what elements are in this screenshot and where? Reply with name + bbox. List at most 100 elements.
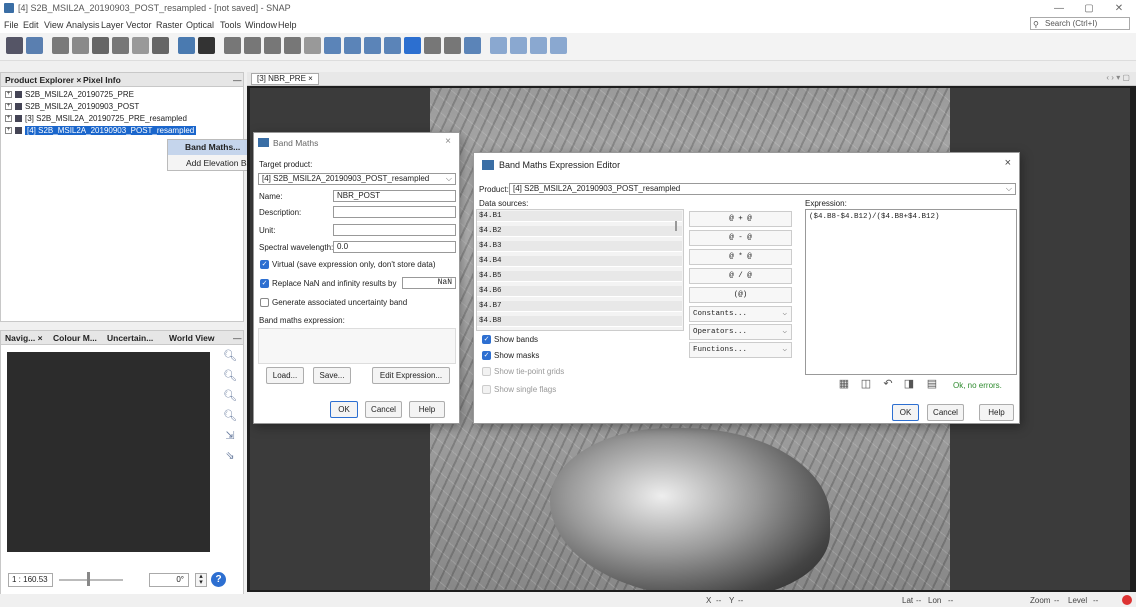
scale-field[interactable]: 1 : 160.53	[8, 573, 53, 587]
expand-icon[interactable]: +	[5, 127, 12, 135]
close-button[interactable]: ✕	[1108, 2, 1130, 15]
zoom-tool-icon[interactable]	[264, 37, 281, 54]
tab-world-view[interactable]: World View	[169, 333, 215, 343]
redo-icon[interactable]: ◨	[902, 377, 916, 391]
checkbox-unchecked-icon[interactable]	[260, 298, 269, 308]
open-product-icon[interactable]	[6, 37, 23, 54]
zoom-all-icon[interactable]: 🔍︎	[222, 409, 238, 425]
zoom-slider-knob[interactable]	[87, 572, 90, 586]
navigation-preview[interactable]	[7, 352, 210, 552]
target-product-select[interactable]: [4] S2B_MSIL2A_20190903_POST_resampled ⌵	[258, 173, 456, 185]
close-icon[interactable]: ×	[1005, 157, 1011, 169]
menu-vector[interactable]: Vector	[126, 20, 152, 30]
graph-tool-icon[interactable]	[92, 37, 109, 54]
sync-cursor-icon[interactable]: ⇘	[222, 449, 238, 465]
profile-plot-icon[interactable]	[464, 37, 481, 54]
cancel-button[interactable]: Cancel	[927, 404, 964, 421]
sync-views-icon[interactable]: ⇲	[222, 429, 238, 445]
rectangle-drawing-icon[interactable]	[364, 37, 381, 54]
close-icon[interactable]: ×	[445, 136, 451, 147]
operator-subtract-button[interactable]: @ - @	[689, 230, 792, 246]
expand-icon[interactable]: +	[5, 115, 12, 123]
wavelength-field[interactable]: 0.0	[333, 241, 456, 253]
tile-evenly-icon[interactable]	[490, 37, 507, 54]
ok-button[interactable]: OK	[892, 404, 919, 421]
minimize-button[interactable]: —	[1048, 2, 1070, 15]
tree-item-product-3[interactable]: + [3] S2B_MSIL2A_20190725_PRE_resampled	[5, 113, 187, 124]
checkbox-checked-icon[interactable]: ✓	[482, 335, 491, 345]
operator-multiply-button[interactable]: @ * @	[689, 249, 792, 265]
tab-navigation-arrows-icon[interactable]: ‹ › ▾ ▢	[1106, 73, 1130, 82]
context-item-add-elevation-band[interactable]: Add Elevation Ba	[186, 156, 251, 171]
menu-window[interactable]: Window	[245, 20, 277, 30]
tile-horizontal-icon[interactable]	[510, 37, 527, 54]
menu-optical[interactable]: Optical	[186, 20, 214, 30]
data-source-item[interactable]: $4.B5	[477, 271, 682, 282]
range-finder-icon[interactable]	[444, 37, 461, 54]
expand-icon[interactable]: +	[5, 91, 12, 99]
product-select[interactable]: [4] S2B_MSIL2A_20190903_POST_resampled ⌵	[509, 183, 1016, 195]
help-button[interactable]: Help	[979, 404, 1014, 421]
gcp-tool-icon[interactable]	[132, 37, 149, 54]
undo-icon[interactable]: ↶	[881, 377, 895, 391]
pin-placing-icon[interactable]	[284, 37, 301, 54]
history-icon[interactable]: ▦	[837, 377, 851, 391]
ellipse-drawing-icon[interactable]	[404, 37, 421, 54]
functions-dropdown[interactable]: Functions...	[689, 342, 792, 358]
error-indicator-icon[interactable]	[1122, 595, 1132, 605]
scrollbar-thumb[interactable]	[675, 221, 677, 231]
tab-pixel-info[interactable]: Pixel Info	[83, 75, 121, 85]
tab-product-explorer[interactable]: Product Explorer ×	[5, 75, 81, 85]
checkbox-checked-icon[interactable]: ✓	[482, 351, 491, 361]
unit-field[interactable]	[333, 224, 456, 236]
load-button[interactable]: Load...	[266, 367, 304, 384]
name-field[interactable]: NBR_POST	[333, 190, 456, 202]
data-source-item[interactable]: $4.B6	[477, 286, 682, 297]
pixel-grid-icon[interactable]	[198, 37, 215, 54]
menu-layer[interactable]: Layer	[101, 20, 124, 30]
expand-icon[interactable]: +	[5, 103, 12, 111]
minimize-panel-icon[interactable]: —	[233, 75, 242, 85]
expression-textarea[interactable]: ($4.B8-$4.B12)/($4.B8+$4.B12)	[805, 209, 1017, 375]
gcp-placing-icon[interactable]	[304, 37, 321, 54]
rotation-field[interactable]: 0°	[149, 573, 189, 587]
menu-view[interactable]: View	[44, 20, 63, 30]
edit-expression-button[interactable]: Edit Expression...	[372, 367, 450, 384]
tab-uncertainty[interactable]: Uncertain...	[107, 333, 153, 343]
line-drawing-icon[interactable]	[324, 37, 341, 54]
tree-item-product-2[interactable]: + S2B_MSIL2A_20190903_POST	[5, 101, 139, 112]
rotation-spinner[interactable]: ▴ ▾	[195, 573, 207, 587]
replace-nan-field[interactable]: NaN	[402, 277, 456, 289]
pin-tool-icon[interactable]	[152, 37, 169, 54]
uncertainty-checkbox-row[interactable]: Generate associated uncertainty band	[260, 298, 407, 308]
save-button[interactable]: Save...	[313, 367, 351, 384]
stats-tool-icon[interactable]	[112, 37, 129, 54]
operator-parentheses-button[interactable]: (@)	[689, 287, 792, 303]
tab-nbr-pre[interactable]: [3] NBR_PRE ×	[251, 73, 319, 85]
data-source-item[interactable]: $4.B1	[477, 211, 682, 222]
select-tool-icon[interactable]	[224, 37, 241, 54]
virtual-checkbox-row[interactable]: ✓ Virtual (save expression only, don't st…	[260, 260, 436, 270]
checkbox-checked-icon[interactable]: ✓	[260, 260, 269, 270]
help-icon[interactable]: ?	[211, 572, 226, 587]
menu-help[interactable]: Help	[278, 20, 297, 30]
data-source-item[interactable]: $4.B4	[477, 256, 682, 267]
operator-add-button[interactable]: @ + @	[689, 211, 792, 227]
menu-analysis[interactable]: Analysis	[66, 20, 100, 30]
tab-colour-manipulation[interactable]: Colour M...	[53, 333, 97, 343]
data-source-item[interactable]: $4.B8	[477, 316, 682, 327]
pan-tool-icon[interactable]	[244, 37, 261, 54]
tile-vertical-icon[interactable]	[530, 37, 547, 54]
menu-tools[interactable]: Tools	[220, 20, 241, 30]
context-item-band-maths[interactable]: Band Maths...	[168, 140, 256, 155]
band-tool-icon[interactable]	[52, 37, 69, 54]
tree-item-product-4[interactable]: + [4] S2B_MSIL2A_20190903_POST_resampled	[5, 125, 197, 136]
cancel-button[interactable]: Cancel	[365, 401, 402, 418]
mask-tool-icon[interactable]	[72, 37, 89, 54]
data-source-item[interactable]: $4.B3	[477, 241, 682, 252]
zoom-out-icon[interactable]: 🔍︎	[222, 369, 238, 385]
show-bands-row[interactable]: ✓ Show bands	[482, 335, 538, 345]
minimize-panel-icon[interactable]: —	[233, 333, 242, 343]
data-source-item[interactable]: $4.B2	[477, 226, 682, 237]
show-masks-row[interactable]: ✓ Show masks	[482, 351, 539, 361]
